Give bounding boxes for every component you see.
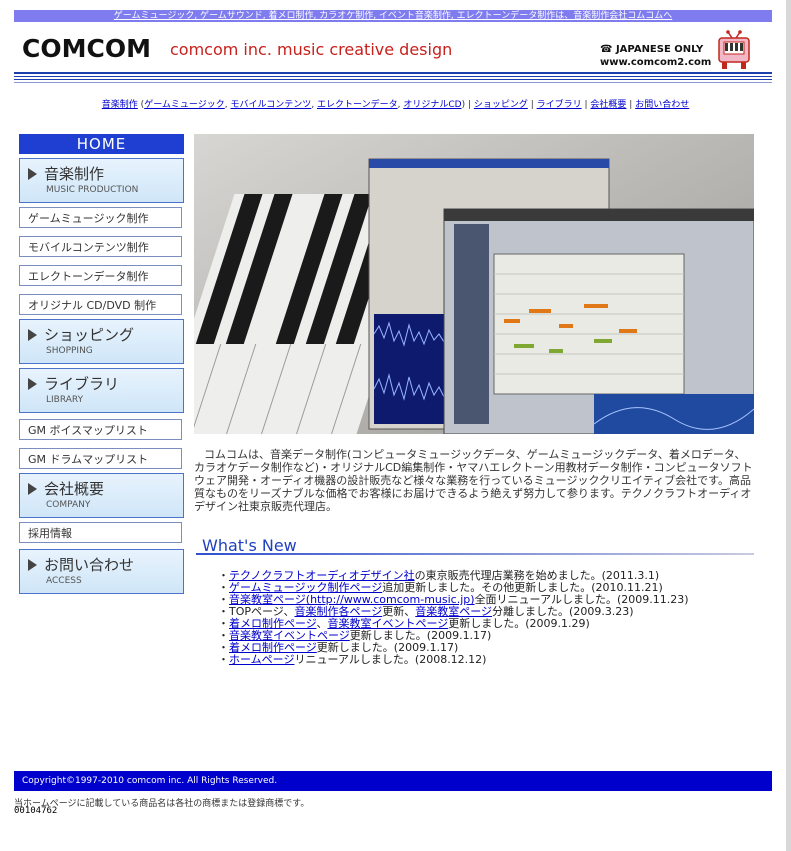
top-navigation: 音楽制作 (ゲームミュージック, モバイルコンテンツ, エレクトーンデータ, オ…	[101, 100, 690, 110]
nav-music-production[interactable]: 音楽制作	[102, 100, 138, 110]
sidebar-navigation: HOME 音楽制作 MUSIC PRODUCTION ゲームミュージック制作 モ…	[19, 134, 184, 598]
whats-new-divider	[196, 553, 754, 555]
footer-copyright: Copyright©1997-2010 comcom inc. All Righ…	[14, 771, 772, 791]
nav-original-cd[interactable]: オリジナルCD	[403, 100, 461, 110]
sidebar-item-mobile[interactable]: モバイルコンテンツ制作	[19, 236, 182, 257]
news-link[interactable]: ホームページ	[229, 653, 294, 666]
sidebar-home-button[interactable]: HOME	[19, 134, 184, 154]
sidebar-music-production-button[interactable]: 音楽制作 MUSIC PRODUCTION	[19, 158, 184, 203]
triangle-right-icon	[28, 329, 37, 341]
site-tagline: comcom inc. music creative design	[170, 40, 453, 59]
sidebar-item-recruit[interactable]: 採用情報	[19, 522, 182, 543]
nav-company[interactable]: 会社概要	[590, 100, 626, 110]
hero-image-keyboard-daw	[194, 134, 754, 434]
window-scrollbar-edge	[786, 0, 791, 851]
sidebar-shopping-button[interactable]: ショッピング SHOPPING	[19, 319, 184, 364]
robot-mascot-icon	[718, 30, 750, 69]
triangle-right-icon	[28, 168, 37, 180]
nav-mobile-contents[interactable]: モバイルコンテンツ	[230, 100, 311, 110]
japanese-only-notice: ☎ JAPANESE ONLY www.comcom2.com	[600, 44, 712, 68]
top-banner[interactable]: ゲームミュージック, ゲームサウンド, 着メロ制作, カラオケ制作, イベント音…	[14, 10, 772, 22]
header-divider	[14, 72, 772, 83]
site-url: www.comcom2.com	[600, 57, 712, 68]
visit-counter: 00104762	[14, 806, 58, 816]
nav-library[interactable]: ライブラリ	[537, 100, 582, 110]
nav-contact[interactable]: お問い合わせ	[635, 100, 689, 110]
news-list: ・テクノクラフトオーディオデザイン社の東京販売代理店業務を始めました。(2011…	[218, 570, 689, 666]
sidebar-item-electone[interactable]: エレクトーンデータ制作	[19, 265, 182, 286]
sidebar-item-game-music[interactable]: ゲームミュージック制作	[19, 207, 182, 228]
nav-game-music[interactable]: ゲームミュージック	[144, 100, 225, 110]
footer-trademark-note: 当ホームページに記載している商品名は各社の商標または登録商標です。	[14, 799, 310, 809]
sidebar-item-gm-drum[interactable]: GM ドラムマップリスト	[19, 448, 182, 469]
triangle-right-icon	[28, 483, 37, 495]
phone-icon: ☎	[600, 44, 613, 55]
sidebar-library-button[interactable]: ライブラリ LIBRARY	[19, 368, 184, 413]
nav-electone-data[interactable]: エレクトーンデータ	[317, 100, 398, 110]
triangle-right-icon	[28, 378, 37, 390]
company-introduction: コムコムは、音楽データ制作(コンピュータミュージックデータ、ゲームミュージックデ…	[194, 448, 753, 513]
triangle-right-icon	[28, 559, 37, 571]
news-item: ・ホームページリニューアルしました。(2008.12.12)	[218, 653, 487, 666]
sidebar-item-original-cd[interactable]: オリジナル CD/DVD 制作	[19, 294, 182, 315]
sidebar-item-gm-voice[interactable]: GM ボイスマップリスト	[19, 419, 182, 440]
sidebar-company-button[interactable]: 会社概要 COMPANY	[19, 473, 184, 518]
sidebar-contact-button[interactable]: お問い合わせ ACCESS	[19, 549, 184, 594]
nav-shopping[interactable]: ショッピング	[474, 100, 528, 110]
site-logo[interactable]: COMCOM	[22, 34, 151, 63]
